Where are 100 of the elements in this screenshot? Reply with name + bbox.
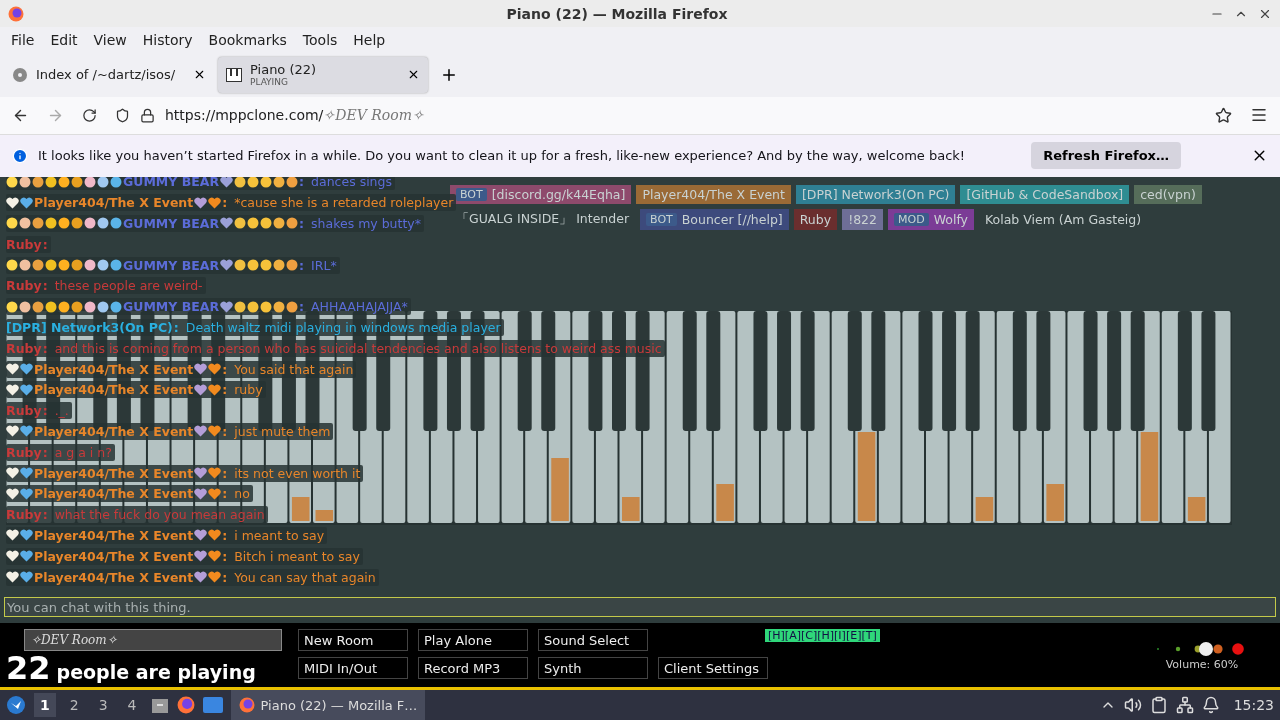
emoji-icon bbox=[58, 217, 70, 230]
workspace-button[interactable]: 3 bbox=[92, 693, 114, 717]
window-icon[interactable] bbox=[202, 697, 223, 713]
emoji-icon bbox=[84, 259, 96, 272]
heart-icon bbox=[194, 425, 208, 438]
menu-item[interactable]: History bbox=[135, 29, 200, 50]
heart-icon bbox=[20, 363, 33, 376]
emoji-icon bbox=[71, 217, 83, 230]
chat-author: Player404/The X Event bbox=[34, 423, 194, 439]
clipboard-icon[interactable] bbox=[1149, 696, 1168, 714]
emoji-icon bbox=[286, 300, 299, 313]
lock-icon[interactable] bbox=[140, 107, 155, 123]
chat-message: a g a i n? bbox=[54, 444, 112, 460]
heart-icon bbox=[220, 259, 234, 272]
emoji-icon bbox=[6, 176, 18, 188]
emoji-icon bbox=[110, 300, 122, 313]
chat-colon: : bbox=[299, 176, 305, 190]
chat-message: no bbox=[234, 486, 250, 502]
player-tag[interactable]: Ruby bbox=[793, 208, 838, 230]
menu-item[interactable]: View bbox=[86, 29, 134, 50]
emoji-icon bbox=[84, 300, 96, 313]
start-menu-icon[interactable] bbox=[6, 695, 26, 715]
menu-item[interactable]: Help bbox=[346, 29, 393, 50]
workspace-button[interactable]: 2 bbox=[63, 693, 85, 717]
reload-icon[interactable] bbox=[82, 107, 97, 123]
control-button[interactable]: Record MP3 bbox=[418, 657, 528, 679]
heart-icon bbox=[208, 363, 222, 376]
refresh-button[interactable]: Refresh Firefox… bbox=[1031, 142, 1181, 170]
heart-icon bbox=[20, 550, 33, 563]
workspace-button[interactable]: 1 bbox=[34, 693, 56, 717]
chat-author: Ruby bbox=[6, 507, 42, 523]
chat-message: ruby bbox=[234, 382, 263, 398]
info-icon bbox=[12, 147, 28, 164]
emoji-icon bbox=[97, 300, 109, 313]
network-icon[interactable] bbox=[1175, 696, 1194, 714]
chat-colon: : bbox=[299, 299, 305, 315]
heart-icon bbox=[6, 550, 19, 563]
heart-icon bbox=[220, 217, 234, 230]
chat-author: Ruby bbox=[6, 444, 42, 460]
emoji-icon bbox=[273, 300, 286, 313]
chat-colon: : bbox=[42, 236, 48, 252]
emoji-icon bbox=[32, 300, 44, 313]
heart-icon bbox=[194, 550, 208, 563]
control-button[interactable]: Play Alone bbox=[418, 629, 528, 651]
file-cabinet-icon[interactable] bbox=[150, 696, 169, 714]
control-button[interactable]: New Room bbox=[298, 629, 408, 651]
browser-tab[interactable]: Index of /~dartz/isos/ bbox=[4, 56, 214, 93]
chat-message: IRL* bbox=[311, 257, 337, 273]
notification-icon[interactable] bbox=[1201, 696, 1220, 714]
control-button[interactable]: MIDI In/Out bbox=[298, 657, 408, 679]
player-tag[interactable]: BOT Bouncer [//help] bbox=[640, 208, 789, 230]
heart-icon bbox=[20, 529, 33, 542]
emoji-icon bbox=[110, 176, 122, 188]
browser-tab[interactable]: Piano (22) PLAYING bbox=[218, 56, 428, 93]
chat-colon: : bbox=[222, 486, 228, 502]
bookmark-star-icon[interactable] bbox=[1215, 106, 1232, 124]
emoji-icon bbox=[19, 259, 31, 272]
chat-author: [DPR] Network3(On PC) bbox=[6, 319, 173, 335]
emoji-icon bbox=[45, 259, 57, 272]
heart-icon bbox=[194, 196, 208, 209]
address-field[interactable]: https://mppclone.com/✧DEV Room✧ bbox=[165, 107, 424, 124]
chat-colon: : bbox=[222, 569, 228, 585]
player-tag[interactable]: ced(vpn) bbox=[1134, 184, 1202, 204]
volume-icon[interactable] bbox=[1123, 696, 1142, 714]
control-button[interactable]: Synth bbox=[538, 657, 648, 679]
chat-colon: : bbox=[222, 195, 228, 211]
chat-colon: : bbox=[42, 444, 48, 460]
menu-item[interactable]: File bbox=[4, 29, 42, 50]
heart-icon bbox=[208, 467, 222, 480]
player-count-label: people are playing bbox=[56, 661, 256, 683]
chat-author: Player404/The X Event bbox=[34, 486, 194, 502]
emoji-icon bbox=[234, 217, 247, 230]
chat-input[interactable]: You can chat with this thing. bbox=[4, 597, 1276, 617]
emoji-icon bbox=[247, 259, 260, 272]
heart-icon bbox=[194, 467, 208, 480]
shield-icon[interactable] bbox=[115, 107, 130, 123]
control-button[interactable]: Sound Select bbox=[538, 629, 648, 651]
menu-item[interactable]: Edit bbox=[43, 29, 85, 50]
emoji-icon bbox=[273, 176, 286, 188]
chat-author: GUMMY BEAR bbox=[123, 299, 220, 315]
taskbar-task[interactable]: Piano (22) — Mozilla F… bbox=[230, 690, 426, 720]
emoji-icon bbox=[97, 217, 109, 230]
heart-icon bbox=[208, 550, 222, 563]
chat-author: Player404/The X Event bbox=[34, 195, 194, 211]
heart-icon bbox=[6, 425, 19, 438]
emoji-icon bbox=[97, 259, 109, 272]
workspace-button[interactable]: 4 bbox=[121, 693, 143, 717]
menu-item[interactable]: Bookmarks bbox=[201, 29, 294, 50]
emoji-icon bbox=[71, 176, 83, 188]
menu-item[interactable]: Tools bbox=[295, 29, 345, 50]
player-tag[interactable]: MOD Wolfy bbox=[888, 208, 974, 230]
emoji-icon bbox=[273, 259, 286, 272]
chat-author: Ruby bbox=[6, 236, 42, 252]
chat-author: Player404/The X Event bbox=[34, 465, 194, 481]
room-select[interactable]: ✧DEV Room✧ bbox=[24, 629, 282, 651]
emoji-icon bbox=[6, 217, 18, 230]
control-button[interactable]: Client Settings bbox=[658, 657, 768, 679]
cursor-tag: [H][A][C][H][I][E][T] bbox=[765, 629, 880, 642]
chat-message: what the fuck do you mean again bbox=[54, 507, 265, 523]
clock: 15:23 bbox=[1233, 697, 1274, 713]
